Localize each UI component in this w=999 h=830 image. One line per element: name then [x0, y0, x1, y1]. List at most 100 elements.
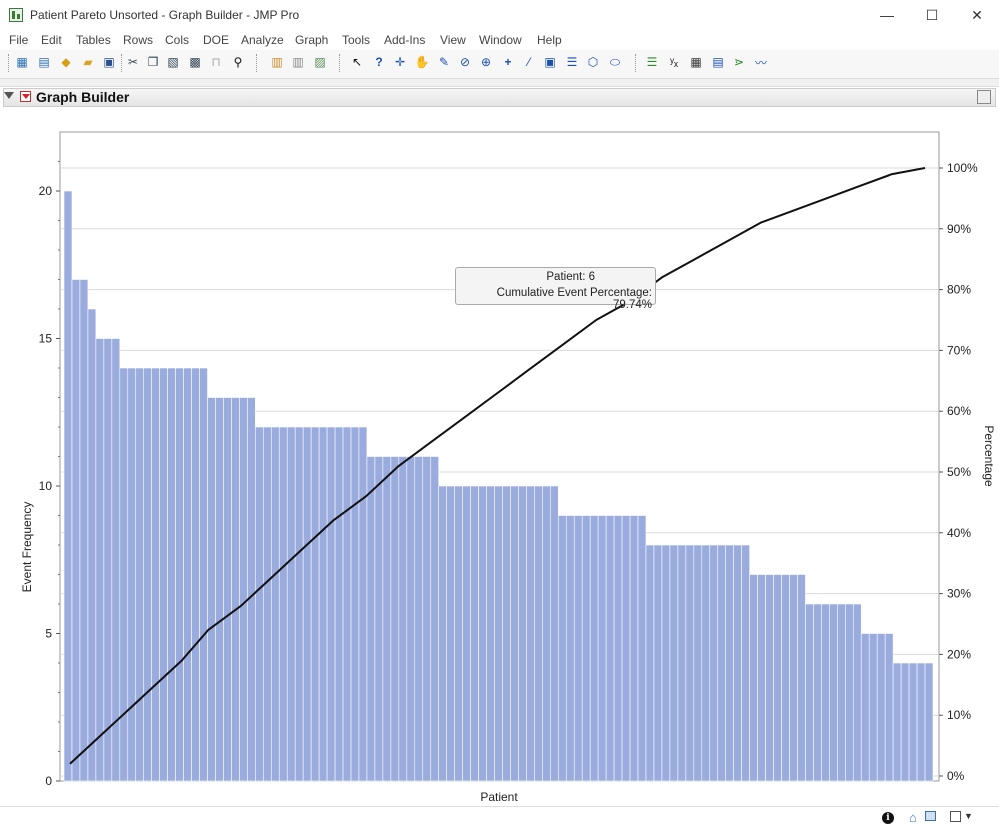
bar	[542, 485, 551, 782]
y-tick-label: 5	[45, 627, 52, 641]
menu-view[interactable]: View	[440, 33, 466, 47]
annotate-icon[interactable]: ▣	[541, 53, 559, 71]
bar	[781, 574, 790, 782]
brush-icon[interactable]: ✎	[435, 53, 453, 71]
table-icon[interactable]: ▦	[687, 53, 705, 71]
bar	[581, 515, 591, 782]
y2-tick-label: 100%	[947, 161, 978, 175]
polygon-icon[interactable]: ⬡	[584, 53, 602, 71]
menu-rows[interactable]: Rows	[123, 33, 153, 47]
red-triangle-menu-icon[interactable]	[20, 91, 31, 102]
bar	[669, 544, 679, 782]
ellipse-icon[interactable]: ⬭	[606, 53, 624, 71]
bar	[247, 397, 256, 782]
copy-icon[interactable]: ❐	[144, 53, 162, 71]
maximize-button[interactable]: ☐	[909, 0, 955, 30]
distribution-icon[interactable]: ▤	[709, 53, 727, 71]
menu-window[interactable]: Window	[479, 33, 522, 47]
menu-tools[interactable]: Tools	[342, 33, 370, 47]
bar	[111, 338, 121, 782]
minimize-button[interactable]: —	[864, 0, 910, 30]
bar	[103, 338, 113, 782]
crosshair-icon[interactable]: ✛	[391, 53, 409, 71]
y2-axis-label: Percentage	[982, 425, 996, 487]
bar	[326, 426, 336, 782]
y-tick-label: 20	[39, 184, 53, 198]
bar	[263, 426, 272, 782]
paste-icon[interactable]: ▧	[164, 53, 182, 71]
new-data-table-icon[interactable]: ▦	[13, 53, 31, 71]
menu-help[interactable]: Help	[537, 33, 562, 47]
home-icon[interactable]: ⌂	[909, 810, 917, 825]
bar	[294, 426, 304, 782]
bar	[494, 485, 503, 782]
band-icon[interactable]: ☰	[563, 53, 581, 71]
menu-tables[interactable]: Tables	[76, 33, 111, 47]
chevron-down-icon[interactable]: ▼	[964, 811, 973, 821]
y2-tick-label: 60%	[947, 404, 971, 418]
graph-frame[interactable]: 0 5 10 15 20 0% 10% 20% 30% 40% 50% 60% 70% 80% 90% 100…	[18, 106, 996, 806]
bar	[270, 426, 280, 782]
toolbar-separator	[121, 54, 123, 72]
bar	[876, 633, 886, 782]
y-axis-label: Event Frequency	[20, 502, 34, 593]
panel-options-icon[interactable]	[977, 90, 991, 104]
bar	[526, 485, 535, 782]
menu-file[interactable]: File	[9, 33, 28, 47]
menu-add-ins[interactable]: Add-Ins	[384, 33, 425, 47]
help-icon[interactable]: ?	[370, 53, 388, 71]
search-icon[interactable]: ⚲	[229, 53, 247, 71]
open-icon[interactable]: ▰	[79, 53, 97, 71]
bar	[717, 544, 727, 782]
formula-icon[interactable]: ʸₓ	[665, 53, 683, 71]
menu-analyze[interactable]: Analyze	[241, 33, 284, 47]
info-icon[interactable]: i	[882, 812, 894, 824]
graph-builder-header	[3, 88, 996, 107]
columns-icon[interactable]: ▥	[268, 53, 286, 71]
cut-icon[interactable]: ✂	[124, 53, 142, 71]
rows-icon[interactable]: ▥	[289, 53, 307, 71]
bar	[757, 574, 766, 782]
bar	[589, 515, 599, 782]
bar-chart-icon[interactable]: ☰	[643, 53, 661, 71]
bar	[518, 485, 527, 782]
bar	[709, 544, 719, 782]
data-table-icon[interactable]	[925, 811, 936, 821]
toolbar-separator	[256, 54, 258, 72]
bar	[565, 515, 575, 782]
menu-edit[interactable]: Edit	[41, 33, 62, 47]
bar	[908, 662, 918, 782]
python-icon[interactable]: ◆	[57, 53, 75, 71]
y-tick-label: 15	[39, 332, 53, 346]
lasso-icon[interactable]: ⊘	[456, 53, 474, 71]
bar	[813, 603, 822, 782]
split-icon[interactable]: ▨	[311, 53, 329, 71]
bar	[358, 426, 368, 782]
plus-icon[interactable]: +	[499, 53, 517, 71]
new-script-icon[interactable]: ▤	[35, 53, 53, 71]
fit-icon[interactable]: ⋗	[730, 53, 748, 71]
magnifier-icon[interactable]: ⊕	[477, 53, 495, 71]
bar	[143, 367, 152, 782]
disclosure-triangle-icon[interactable]	[4, 92, 14, 99]
control-chart-icon[interactable]: 〰	[752, 53, 770, 71]
bar	[334, 426, 344, 782]
lock-icon[interactable]: ⊓	[207, 53, 225, 71]
bar	[398, 456, 408, 782]
window-title: Patient Pareto Unsorted - Graph Builder …	[30, 8, 300, 22]
menu-cols[interactable]: Cols	[165, 33, 189, 47]
tooltip-label-patient: Patient:	[546, 271, 586, 283]
line-icon[interactable]: ⁄	[520, 53, 538, 71]
bar	[621, 515, 631, 782]
menu-graph[interactable]: Graph	[295, 33, 328, 47]
selection-checkbox[interactable]	[950, 811, 961, 822]
close-button[interactable]: ✕	[954, 0, 999, 30]
menu-doe[interactable]: DOE	[203, 33, 229, 47]
bar	[87, 308, 97, 782]
y-tick-label: 10	[39, 479, 53, 493]
bar	[438, 485, 447, 782]
format-icon[interactable]: ▩	[186, 53, 204, 71]
hand-icon[interactable]: ✋	[413, 53, 431, 71]
save-icon[interactable]: ▣	[100, 53, 118, 71]
arrow-icon[interactable]: ↖	[348, 53, 366, 71]
